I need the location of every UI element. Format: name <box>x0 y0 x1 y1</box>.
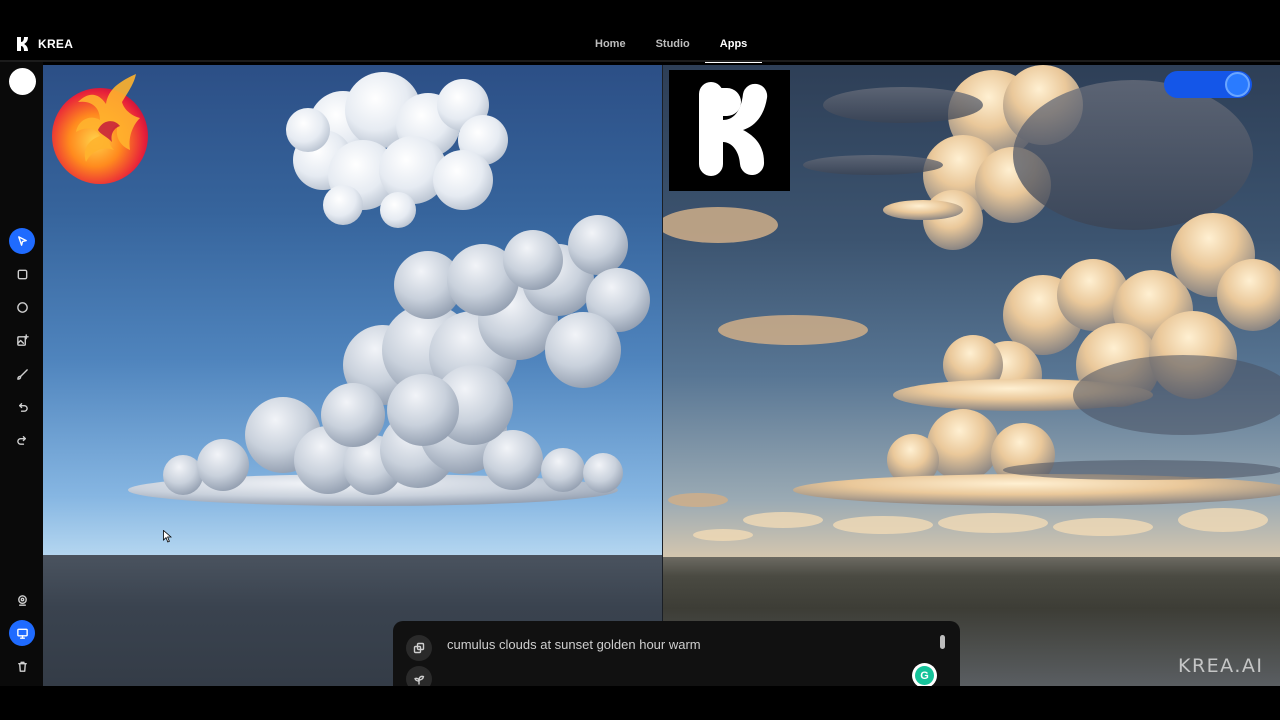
square-icon <box>17 269 27 279</box>
krea-logo-icon <box>17 37 28 51</box>
webcam-icon <box>17 594 27 606</box>
tab-studio[interactable]: Studio <box>641 28 705 63</box>
grammarly-button[interactable]: G <box>912 663 937 688</box>
trash-icon <box>17 661 27 672</box>
krea-badge-logo-icon <box>699 82 768 176</box>
prompt-panel: cumulus clouds at sunset golden hour war… <box>393 621 960 692</box>
cursor-arrow-icon <box>17 235 27 246</box>
screen-share-button[interactable] <box>9 620 35 646</box>
krea-badge <box>669 70 790 191</box>
left-toolbar <box>0 62 43 686</box>
rectangle-tool[interactable] <box>9 261 35 287</box>
prompt-input[interactable]: cumulus clouds at sunset golden hour war… <box>447 637 927 652</box>
toggle-knob[interactable] <box>1225 72 1250 97</box>
watermark: KREA.AI <box>1178 655 1264 677</box>
flame-logo-icon <box>52 74 148 184</box>
prompt-scrollbar[interactable] <box>940 635 945 649</box>
tab-apps[interactable]: Apps <box>704 28 763 63</box>
undo-icon <box>18 402 28 412</box>
brush-icon <box>16 368 28 380</box>
select-tool[interactable] <box>9 228 35 254</box>
image-add-icon <box>16 333 29 346</box>
sprout-icon <box>414 675 425 685</box>
delete-button[interactable] <box>9 653 35 679</box>
style-button[interactable] <box>406 635 432 661</box>
brand[interactable]: KREA <box>16 36 73 52</box>
app-name: KREA <box>38 37 74 51</box>
monitor-icon <box>16 628 28 639</box>
avatar[interactable] <box>9 68 36 95</box>
shapes-icon <box>413 642 425 654</box>
circle-icon <box>16 301 28 313</box>
image-tool[interactable] <box>9 327 35 353</box>
grammarly-icon: G <box>915 666 934 685</box>
mouse-cursor-icon <box>163 530 172 543</box>
undo-button[interactable] <box>9 394 35 420</box>
redo-icon <box>16 435 26 445</box>
main-nav: Home Studio Apps <box>580 28 763 63</box>
brush-tool[interactable] <box>9 361 35 387</box>
redo-button[interactable] <box>9 427 35 453</box>
top-bar: KREA Home Studio Apps <box>0 0 1280 63</box>
webcam-button[interactable] <box>9 587 35 613</box>
ellipse-tool[interactable] <box>9 294 35 320</box>
top-divider <box>0 60 1280 62</box>
bottom-letterbox <box>0 686 1280 720</box>
tab-home[interactable]: Home <box>580 28 641 63</box>
live-toggle[interactable] <box>1164 71 1252 98</box>
